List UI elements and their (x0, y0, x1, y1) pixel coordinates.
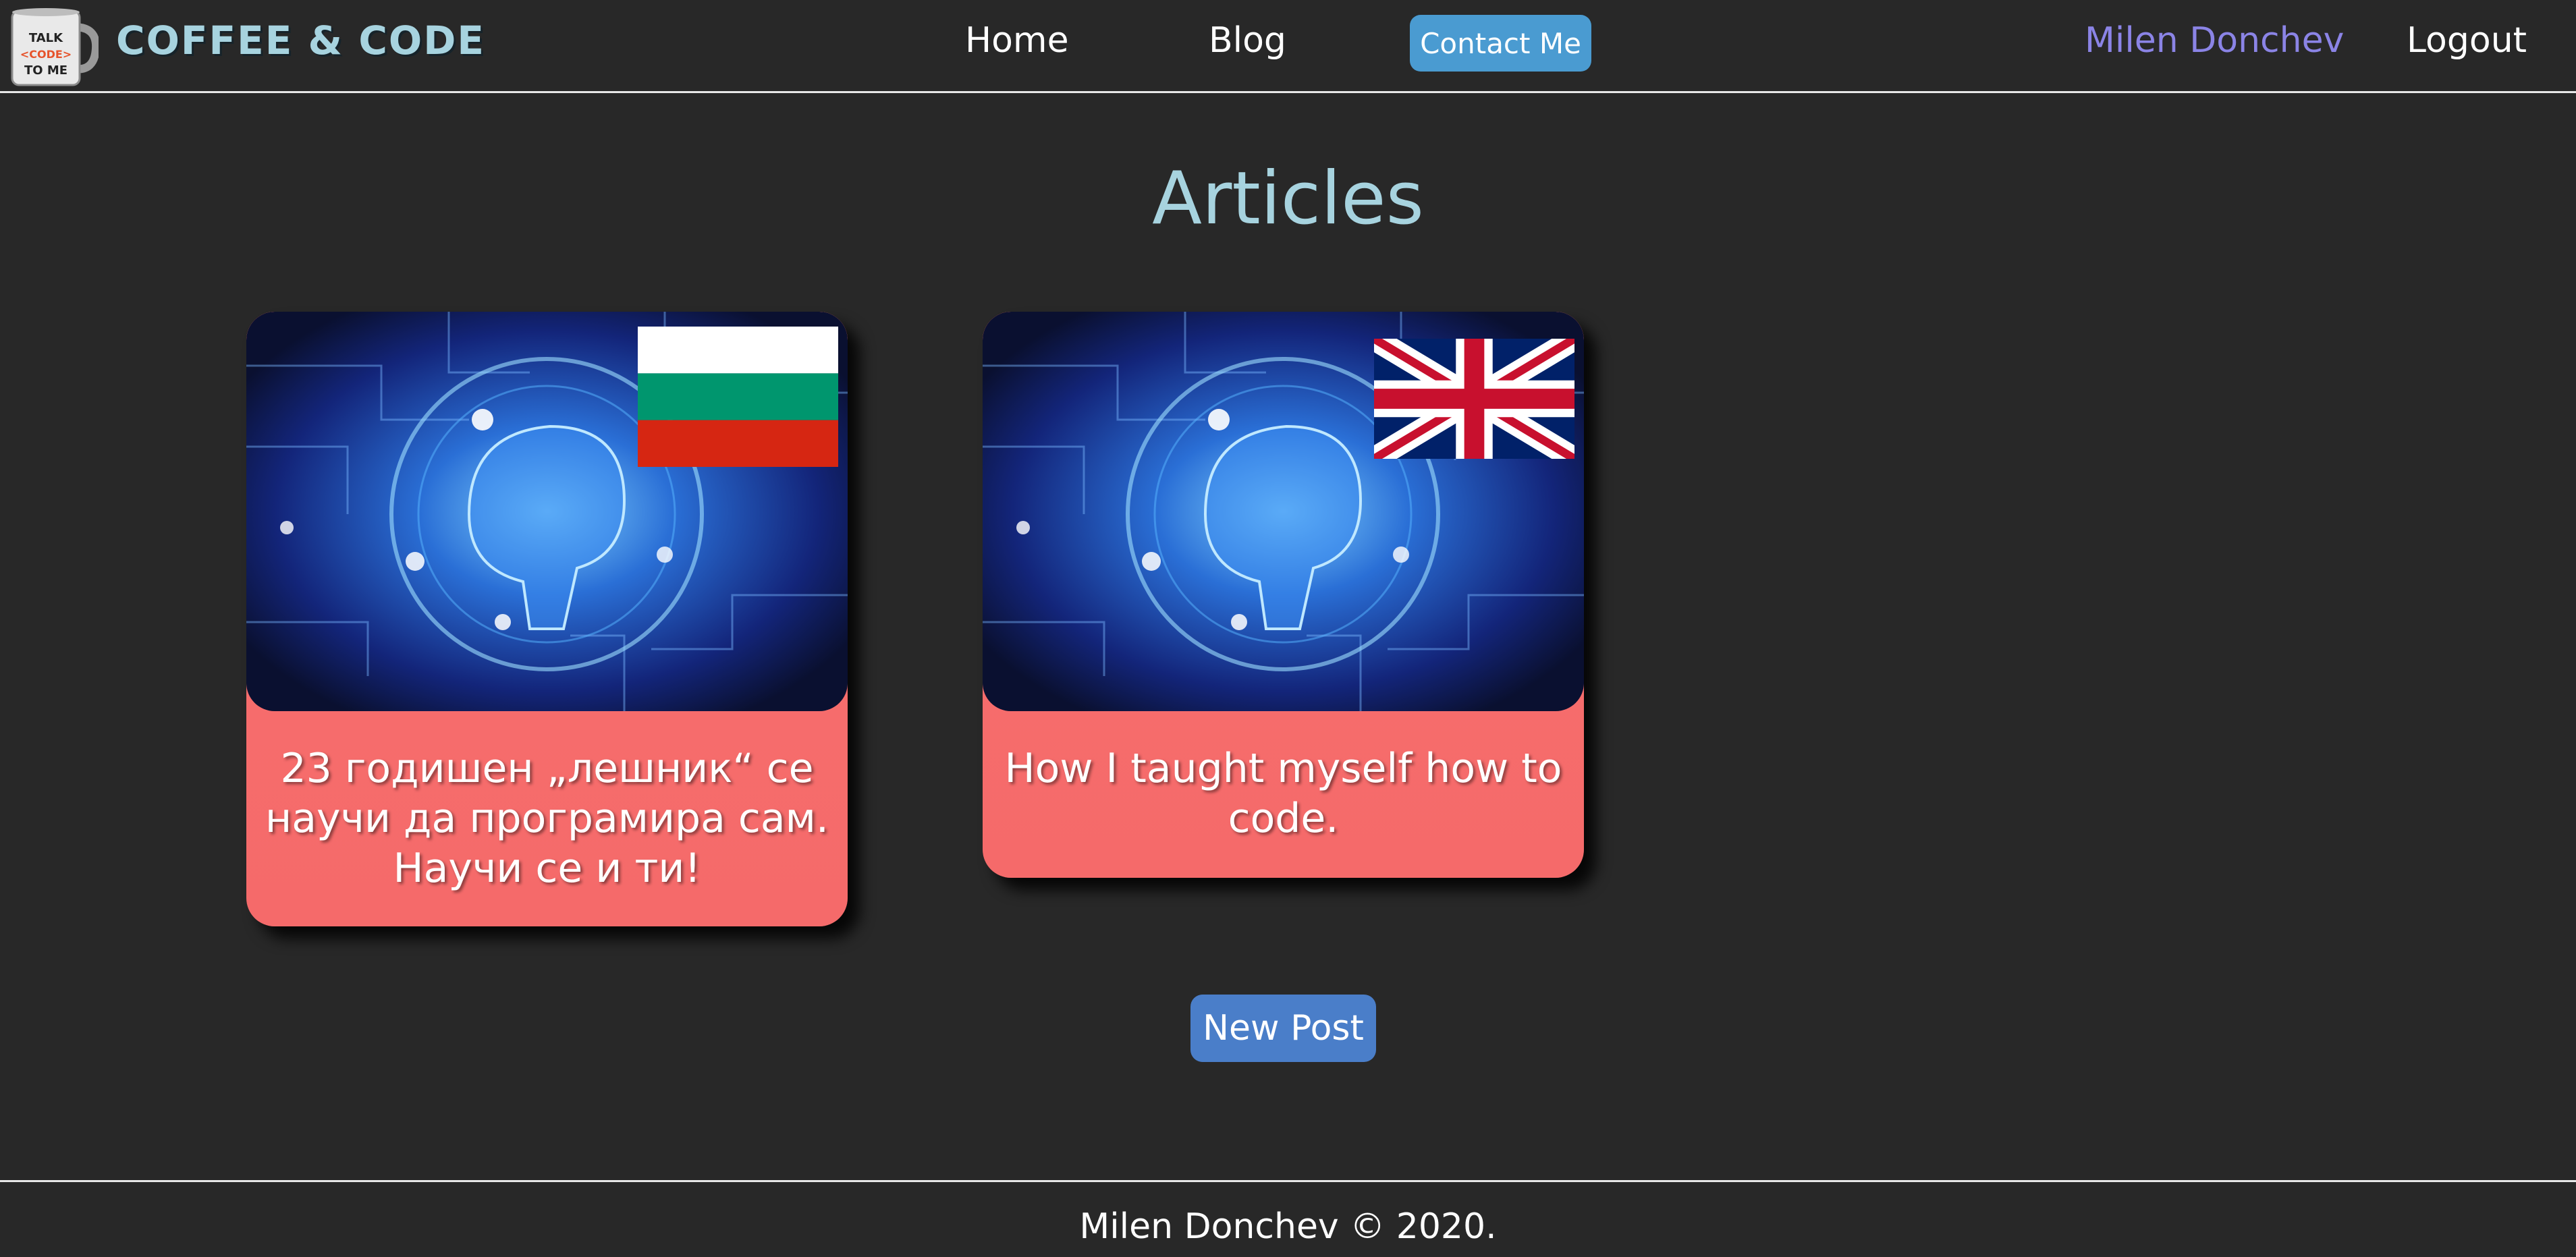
nav-home-link[interactable]: Home (965, 20, 1069, 61)
uk-flag-icon (1374, 339, 1574, 459)
site-header: TALK <CODE> TO ME COFFEE & CODE Home Blo… (0, 0, 2576, 93)
article-image (246, 312, 848, 711)
mug-logo[interactable]: TALK <CODE> TO ME (9, 7, 101, 88)
new-post-button[interactable]: New Post (1190, 995, 1376, 1062)
user-profile-link[interactable]: Milen Donchev (2085, 20, 2344, 61)
page-title: Articles (1152, 157, 1424, 241)
article-title[interactable]: 23 годишен „лешник“ се научи да програми… (260, 744, 834, 893)
site-footer: Milen Donchev © 2020. (0, 1180, 2576, 1257)
logo-line-2: <CODE> (20, 48, 72, 61)
bulgaria-flag-icon (638, 327, 838, 467)
article-card[interactable]: 23 годишен „лешник“ се научи да програми… (246, 312, 848, 926)
logout-link[interactable]: Logout (2407, 20, 2527, 61)
article-image (983, 312, 1584, 711)
contact-me-button[interactable]: Contact Me (1410, 15, 1591, 72)
article-title[interactable]: How I taught myself how to code. (996, 744, 1570, 843)
article-card[interactable]: How I taught myself how to code. (983, 312, 1584, 878)
logo-line-1: TALK (29, 31, 63, 45)
logo-line-3: TO ME (24, 63, 67, 78)
brand-name[interactable]: COFFEE & CODE (116, 18, 485, 63)
nav-blog-link[interactable]: Blog (1209, 20, 1286, 61)
copyright-text: Milen Donchev © 2020. (1079, 1206, 1497, 1247)
